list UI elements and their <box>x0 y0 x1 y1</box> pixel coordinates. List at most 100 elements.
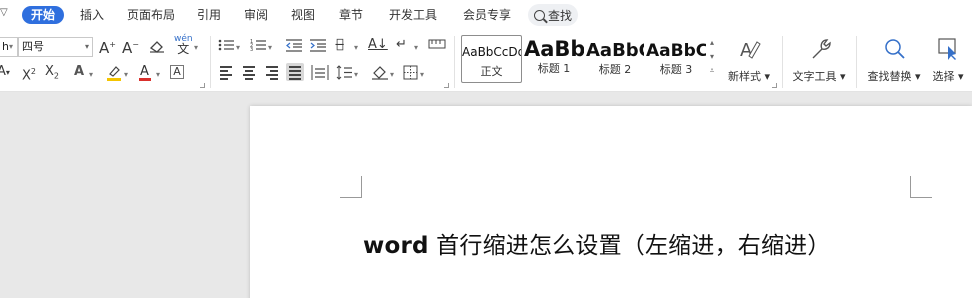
distribute-icon[interactable] <box>311 65 329 80</box>
styles-gallery: AaBbCcDd 正文 AaBb 标题 1 AaBbC 标题 2 AaBbC 标… <box>459 33 719 85</box>
font-color-dropdown-icon[interactable]: ▾ <box>156 66 160 84</box>
justify-button[interactable] <box>286 63 304 81</box>
style-heading-2-sample: AaBbC <box>586 40 644 61</box>
numbered-list-icon[interactable]: 123 <box>250 38 268 52</box>
style-heading-1-sample: AaBb <box>524 37 584 61</box>
tab-insert[interactable]: 插入 <box>80 6 104 24</box>
separator <box>782 36 783 88</box>
tab-member[interactable]: 会员专享 <box>463 6 511 24</box>
style-normal-label: 正文 <box>480 65 503 78</box>
text-effect-icon[interactable]: A <box>74 63 84 81</box>
superscript-icon[interactable]: X2 <box>22 63 36 85</box>
highlight-dropdown-icon[interactable]: ▾ <box>124 66 128 84</box>
style-heading-1-label: 标题 1 <box>537 62 571 75</box>
char-border-icon[interactable]: A <box>170 65 184 79</box>
tab-home[interactable]: 开始 <box>22 6 65 24</box>
subscript-icon[interactable]: X2 <box>45 63 59 86</box>
separator <box>454 36 455 88</box>
margin-corner-top-right <box>910 176 932 198</box>
collapse-chevron-icon[interactable]: ▽ <box>0 7 10 21</box>
new-style-label: 新样式 ▾ <box>727 70 771 83</box>
bullet-list-icon[interactable] <box>218 38 236 52</box>
tab-developer[interactable]: 开发工具 <box>389 6 437 24</box>
new-style-button[interactable]: A 新样式 ▾ <box>727 36 771 84</box>
font-name-value: h <box>2 40 9 53</box>
paragraph-dialog-launcher-icon[interactable] <box>444 83 449 88</box>
svg-text:3: 3 <box>250 47 253 52</box>
tab-view[interactable]: 视图 <box>291 6 315 24</box>
phonetic-guide-icon[interactable]: wén 文 <box>174 34 193 56</box>
ribbon-tab-bar: ▽ 开始 插入 页面布局 引用 审阅 视图 章节 开发工具 会员专享 查找 <box>0 0 972 30</box>
svg-text:A: A <box>140 64 149 79</box>
style-heading-2[interactable]: AaBbC 标题 2 <box>586 35 644 83</box>
align-left-button[interactable] <box>217 63 235 81</box>
tab-search[interactable]: 查找 <box>528 4 578 26</box>
tab-references[interactable]: 引用 <box>197 6 221 24</box>
font-size-select[interactable]: 四号 ▾ <box>18 37 93 57</box>
increase-indent-icon[interactable] <box>309 38 327 52</box>
styles-gallery-scroll[interactable]: ▴ ▾ ⩡ <box>707 36 717 80</box>
gallery-more-icon[interactable]: ⩡ <box>710 66 715 75</box>
font-size-value: 四号 <box>22 40 44 53</box>
bullet-list-dropdown-icon[interactable]: ▾ <box>236 39 240 57</box>
styles-dialog-launcher-icon[interactable] <box>772 83 777 88</box>
style-heading-1[interactable]: AaBb 标题 1 <box>524 35 584 83</box>
style-heading-3[interactable]: AaBbC 标题 3 <box>646 35 706 83</box>
text-tools-label: 文字工具 ▾ <box>792 70 846 83</box>
show-marks-dropdown-icon[interactable]: ▾ <box>414 39 418 57</box>
style-heading-3-label: 标题 3 <box>659 63 693 76</box>
document-heading-latin: word <box>363 233 429 259</box>
style-heading-3-sample: AaBbC <box>646 41 706 61</box>
show-marks-icon[interactable]: ↵ <box>396 36 407 54</box>
chinese-layout-dropdown-icon[interactable]: ▾ <box>354 39 358 57</box>
separator <box>210 36 211 88</box>
find-replace-label: 查找替换 ▾ <box>867 70 921 83</box>
borders-icon[interactable] <box>403 65 419 80</box>
ribbon-toolbar: h ▾ 四号 ▾ A+ A− wén 文 ▾ A▾ X2 X2 A ▾ ▾ A ▾… <box>0 30 972 92</box>
tab-page-layout[interactable]: 页面布局 <box>127 6 175 24</box>
font-name-dropdown-icon[interactable]: ▾ <box>9 38 13 56</box>
style-heading-2-label: 标题 2 <box>598 63 632 76</box>
grow-font-icon[interactable]: A+ <box>99 36 116 57</box>
document-canvas[interactable]: word 首行缩进怎么设置（左缩进，右缩进） <box>0 92 972 298</box>
document-heading-cjk: 首行缩进怎么设置（左缩进，右缩进） <box>428 233 831 259</box>
decrease-indent-icon[interactable] <box>285 38 303 52</box>
shrink-font-icon[interactable]: A− <box>122 36 139 57</box>
select-button[interactable]: 选择 ▾ <box>928 36 968 84</box>
style-normal[interactable]: AaBbCcDd 正文 <box>461 35 522 83</box>
text-tools-button[interactable]: 文字工具 ▾ <box>790 36 848 84</box>
font-dialog-launcher-icon[interactable] <box>200 83 205 88</box>
strikethrough-partial-icon[interactable]: A▾ <box>0 63 10 82</box>
separator <box>856 36 857 88</box>
sort-icon[interactable]: A↓ <box>368 36 388 54</box>
shading-dropdown-icon[interactable]: ▾ <box>390 66 394 84</box>
gallery-down-icon[interactable]: ▾ <box>710 52 714 61</box>
tab-stops-icon[interactable] <box>428 39 446 51</box>
highlight-icon[interactable] <box>106 64 122 82</box>
magnifier-icon <box>885 39 905 59</box>
find-replace-button[interactable]: 查找替换 ▾ <box>864 36 924 84</box>
align-right-button[interactable] <box>263 63 281 81</box>
document-heading[interactable]: word 首行缩进怎么设置（左缩进，右缩进） <box>363 226 831 260</box>
search-icon <box>534 9 545 21</box>
numbered-list-dropdown-icon[interactable]: ▾ <box>268 39 272 57</box>
text-effect-dropdown-icon[interactable]: ▾ <box>89 66 93 84</box>
wrench-icon <box>812 39 831 59</box>
select-label: 选择 ▾ <box>932 70 964 83</box>
shading-icon[interactable] <box>371 64 389 80</box>
font-size-dropdown-icon: ▾ <box>84 42 89 51</box>
align-center-button[interactable] <box>240 63 258 81</box>
tab-section[interactable]: 章节 <box>339 6 363 24</box>
gallery-up-icon[interactable]: ▴ <box>710 38 714 47</box>
chinese-layout-icon[interactable]: 文̶ <box>336 36 344 54</box>
line-spacing-dropdown-icon[interactable]: ▾ <box>354 66 358 84</box>
font-color-icon[interactable]: A <box>138 63 152 82</box>
borders-dropdown-icon[interactable]: ▾ <box>420 66 424 84</box>
line-spacing-icon[interactable] <box>336 65 352 80</box>
phonetic-dropdown-icon[interactable]: ▾ <box>194 39 198 57</box>
tab-review[interactable]: 审阅 <box>244 6 268 24</box>
select-cursor-icon <box>938 38 956 60</box>
new-style-icon: A <box>740 40 761 61</box>
clear-format-icon[interactable] <box>149 39 165 53</box>
document-page[interactable]: word 首行缩进怎么设置（左缩进，右缩进） <box>250 106 972 298</box>
